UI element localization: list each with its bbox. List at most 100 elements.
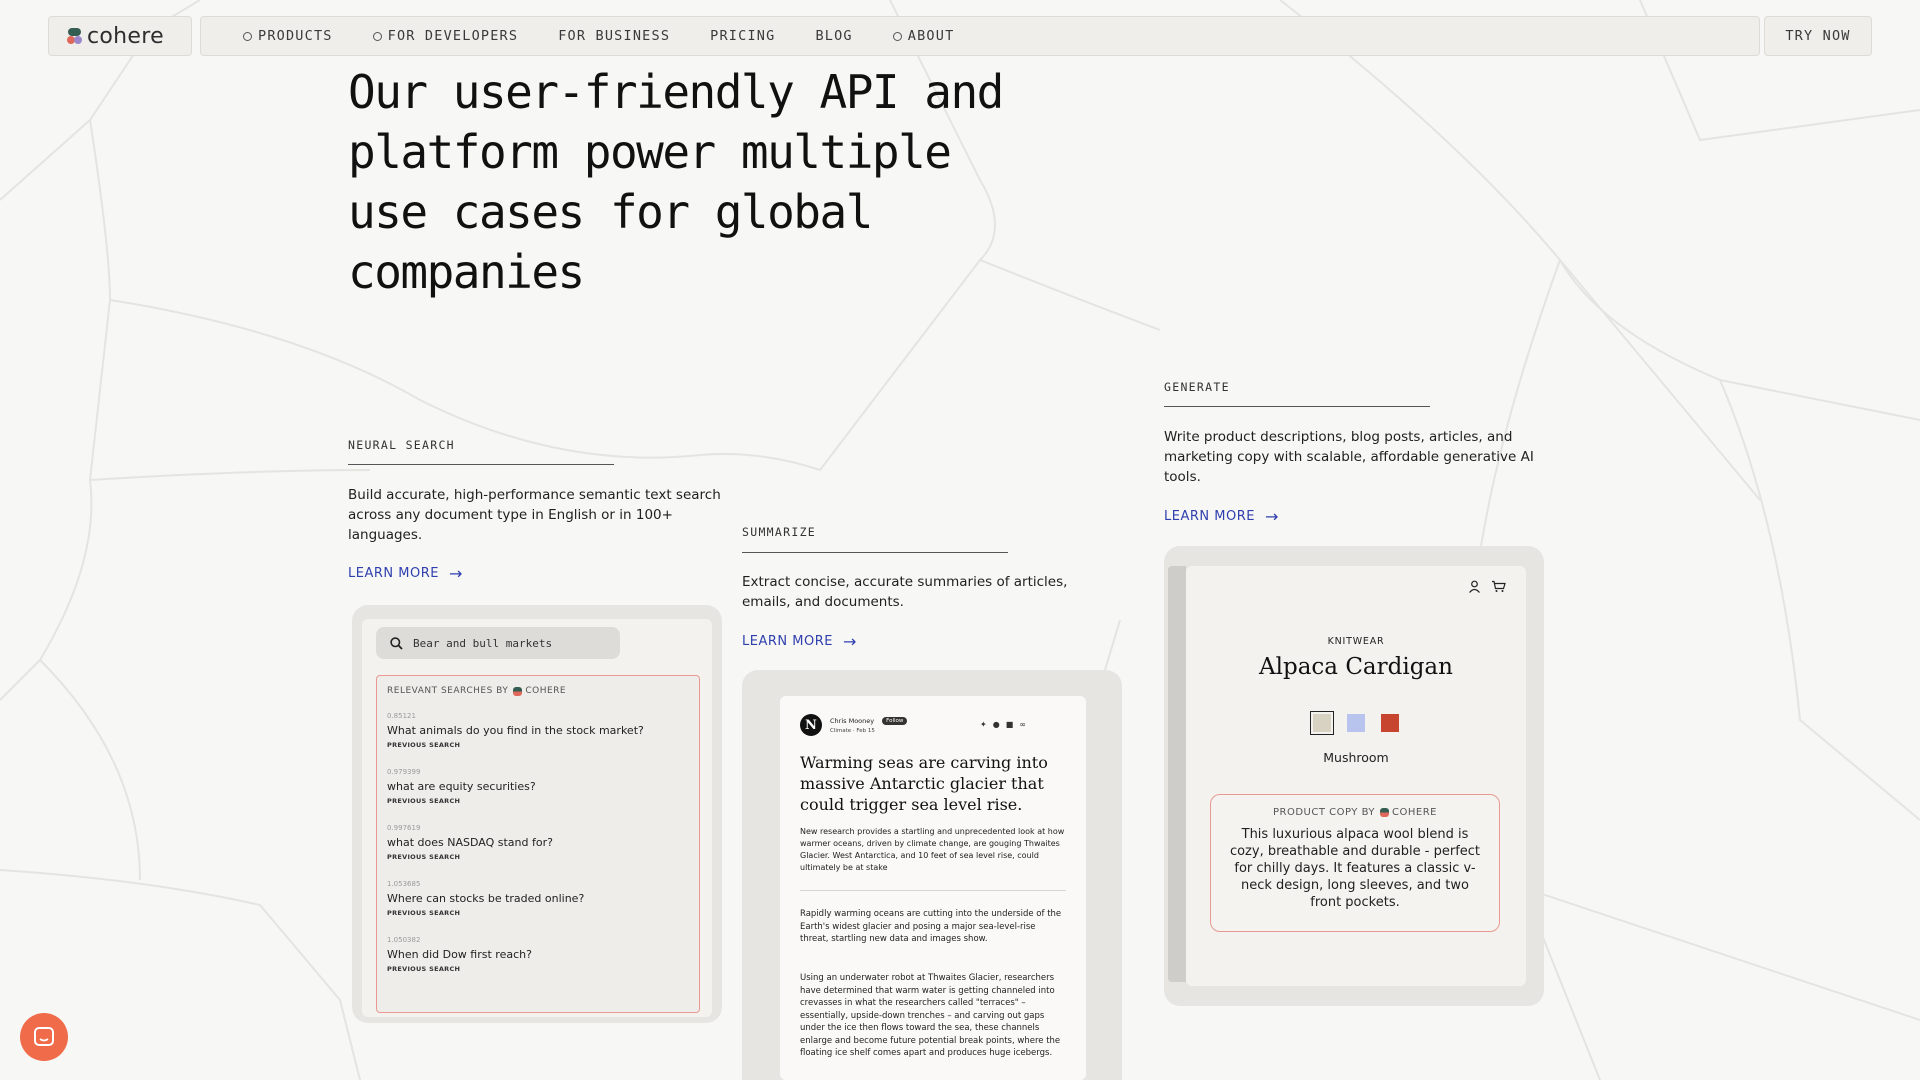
section-divider [742,552,1008,553]
nav-label: ABOUT [907,28,955,44]
nav-pricing[interactable]: PRICING [710,28,775,44]
section-text-generate: Write product descriptions, blog posts, … [1164,429,1534,485]
search-result-item[interactable]: 0.997619 what does NASDAQ stand for? PRE… [387,824,689,861]
hero-line: companies [348,245,585,299]
result-sub: PREVIOUS SEARCH [387,909,461,917]
nav-label: BLOG [815,28,853,44]
cohere-logo-icon [513,686,523,696]
hero-line: use cases for global [348,185,873,239]
article-summary: New research provides a startling and un… [800,827,1065,872]
link-label: LEARN MORE [348,566,439,581]
linkedin-icon[interactable]: ■ [1006,720,1014,729]
product-category: KNITWEAR [1327,636,1385,647]
search-input[interactable]: Bear and bull markets [376,627,620,659]
search-icon [390,636,403,650]
product-copy-text: This luxurious alpaca wool blend is cozy… [1229,827,1481,910]
search-result-item[interactable]: 0.979399 what are equity securities? PRE… [387,768,689,805]
article-paragraph: Rapidly warming oceans are cutting into … [800,909,1062,944]
publisher-logo-icon: N [800,714,822,736]
nav-about[interactable]: ABOUT [892,28,955,44]
nav-products[interactable]: PRODUCTS [243,28,333,44]
relevant-searches-panel: RELEVANT SEARCHES BY COHERE 0.85121 What… [376,675,700,1013]
header-label: RELEVANT SEARCHES BY [387,686,509,696]
result-score: 1.050382 [387,936,421,944]
cart-icon[interactable] [1491,580,1506,593]
product-page: KNITWEAR Alpaca Cardigan Mushroom PRODUC… [1186,566,1526,986]
chat-launcher-button[interactable] [20,1013,68,1061]
user-icon[interactable] [1468,580,1481,593]
section-label-summarize: SUMMARIZE [742,525,817,539]
circle-icon [243,31,252,41]
swatch-selected[interactable] [1310,711,1334,735]
article-page: N Chris Mooney Follow Climate · Feb 15 ✦… [780,696,1086,1080]
author-name: Chris Mooney [830,716,875,725]
hero-line: platform power multiple [348,125,952,179]
section-text-neural-search: Build accurate, high-performance semanti… [348,487,721,543]
search-query: Bear and bull markets [413,636,553,650]
hero-line: Our user-friendly API and [348,65,1004,119]
hero-heading: Our user-friendly API and platform power… [348,62,1008,302]
twitter-icon[interactable]: ✦ [980,720,987,729]
learn-more-summarize-link[interactable]: LEARN MORE → [742,632,857,651]
link-label: LEARN MORE [742,634,833,649]
result-question: what does NASDAQ stand for? [387,836,553,849]
result-score: 0.85121 [387,712,416,720]
circle-icon [892,31,902,41]
search-result-item[interactable]: 1.053685 Where can stocks be traded onli… [387,880,689,917]
result-question: what are equity securities? [387,780,536,793]
result-question: Where can stocks be traded online? [387,892,585,905]
swatch-option[interactable] [1381,714,1399,732]
result-question: What animals do you find in the stock ma… [387,724,644,737]
section-divider [348,464,614,465]
logo[interactable]: cohere [48,16,192,56]
search-result-item[interactable]: 0.85121 What animals do you find in the … [387,712,689,749]
cohere-logo-icon [1380,808,1390,817]
section-label-neural-search: NEURAL SEARCH [348,438,455,452]
nav-for-business[interactable]: FOR BUSINESS [558,28,670,44]
follow-button[interactable]: Follow [882,716,908,725]
learn-more-generate-link[interactable]: LEARN MORE → [1164,507,1279,526]
result-sub: PREVIOUS SEARCH [387,853,461,861]
arrow-right-icon: → [448,564,463,583]
result-sub: PREVIOUS SEARCH [387,741,461,749]
article-author-row: N Chris Mooney Follow Climate · Feb 15 [800,714,908,736]
nav-label: FOR BUSINESS [558,28,671,44]
nav-label: PRICING [710,28,776,44]
product-copy-header: PRODUCT COPY BY COHERE [1225,807,1485,818]
facebook-icon[interactable]: ● [993,720,1000,729]
logo-text: cohere [87,23,164,49]
header-brand: COHERE [1392,807,1437,818]
nav-blog[interactable]: BLOG [815,28,852,44]
result-sub: PREVIOUS SEARCH [387,965,461,973]
link-label: LEARN MORE [1164,509,1255,524]
share-icons: ✦ ● ■ ∞ [980,720,1026,729]
article-title: Warming seas are carving into massive An… [800,753,1048,814]
author-info: Chris Mooney Follow Climate · Feb 15 [830,716,908,734]
product-title: Alpaca Cardigan [1259,654,1453,680]
circle-icon [372,31,382,41]
summarize-demo-card: N Chris Mooney Follow Climate · Feb 15 ✦… [742,670,1122,1080]
try-now-button[interactable]: TRY NOW [1764,16,1872,56]
product-copy-panel: PRODUCT COPY BY COHERE This luxurious al… [1210,794,1500,932]
search-result-item[interactable]: 1.050382 When did Dow first reach? PREVI… [387,936,689,973]
swatch-option[interactable] [1347,714,1365,732]
selected-color-name: Mushroom [1323,750,1389,765]
cohere-logo-icon [67,27,83,45]
arrow-right-icon: → [1264,507,1279,526]
result-score: 1.053685 [387,880,421,888]
article-paragraph: Using an underwater robot at Thwaites Gl… [800,973,1061,1058]
nav-label: PRODUCTS [258,28,333,44]
search-demo-card: Bear and bull markets RELEVANT SEARCHES … [352,605,722,1023]
result-score: 0.979399 [387,768,421,776]
generate-demo-card: KNITWEAR Alpaca Cardigan Mushroom PRODUC… [1164,546,1544,1006]
color-swatches [1186,711,1526,735]
nav-for-developers[interactable]: FOR DEVELOPERS [372,28,519,44]
search-demo-inner: Bear and bull markets RELEVANT SEARCHES … [362,619,712,1017]
header-label: PRODUCT COPY BY [1273,807,1376,818]
article-meta: Climate · Feb 15 [830,727,875,734]
link-icon[interactable]: ∞ [1019,720,1026,729]
section-divider [1164,406,1430,407]
learn-more-search-link[interactable]: LEARN MORE → [348,564,463,583]
nav-label: FOR DEVELOPERS [387,28,519,44]
section-text-summarize: Extract concise, accurate summaries of a… [742,574,1068,610]
